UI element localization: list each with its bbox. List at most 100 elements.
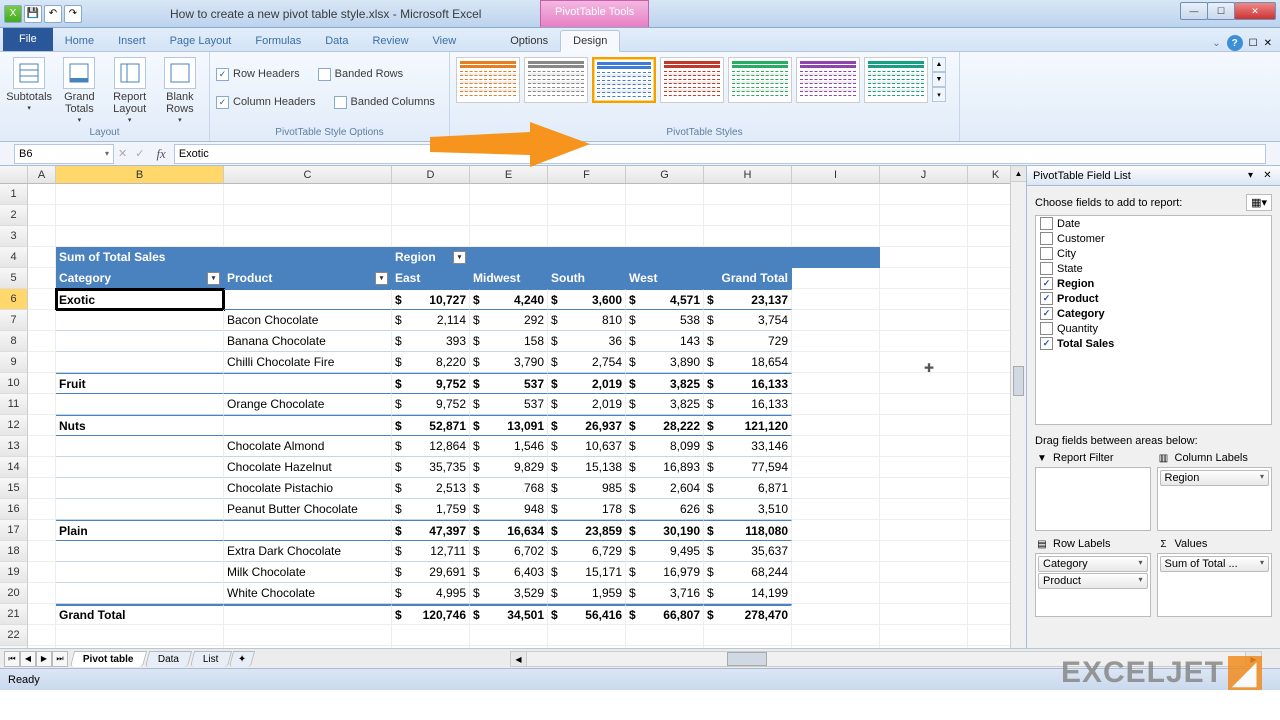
save-icon[interactable]: 💾: [24, 5, 42, 23]
sheet-tab-data[interactable]: Data: [144, 651, 191, 667]
style-thumb-5[interactable]: [796, 57, 860, 103]
formulas-tab[interactable]: Formulas: [243, 31, 313, 51]
field-date[interactable]: Date: [1036, 216, 1271, 231]
field-list-close-icon[interactable]: ✕: [1261, 169, 1274, 182]
row-headers-check[interactable]: ✓Row Headers: [216, 64, 300, 84]
maximize-button[interactable]: ☐: [1207, 2, 1235, 20]
row-header-11[interactable]: 11: [0, 394, 28, 415]
row-header-2[interactable]: 2: [0, 205, 28, 226]
row-header-13[interactable]: 13: [0, 436, 28, 457]
area-item[interactable]: Sum of Total ...▾: [1160, 556, 1270, 572]
minimize-button[interactable]: —: [1180, 2, 1208, 20]
col-header-A[interactable]: A: [28, 166, 56, 183]
subtotals-button[interactable]: Subtotals▾: [6, 57, 52, 113]
area-item[interactable]: Category▾: [1038, 556, 1148, 572]
field-total-sales[interactable]: ✓Total Sales: [1036, 336, 1271, 351]
report-filter-area[interactable]: [1035, 467, 1151, 531]
column-headers-check[interactable]: ✓Column Headers: [216, 92, 316, 112]
help-icon[interactable]: ?: [1227, 35, 1243, 51]
pagelayout-tab[interactable]: Page Layout: [158, 31, 244, 51]
cancel-icon[interactable]: ✕: [118, 147, 127, 160]
row-header-7[interactable]: 7: [0, 310, 28, 331]
field-list-layout-button[interactable]: ▦▾: [1246, 194, 1272, 211]
workbook-close-icon[interactable]: ✕: [1264, 38, 1272, 49]
col-header-I[interactable]: I: [792, 166, 880, 183]
values-area[interactable]: Sum of Total ...▾: [1157, 553, 1273, 617]
style-thumb-3[interactable]: [660, 57, 724, 103]
field-list-dropdown-icon[interactable]: ▾: [1244, 169, 1257, 182]
column-labels-area[interactable]: Region▾: [1157, 467, 1273, 531]
row-header-5[interactable]: 5: [0, 268, 28, 289]
ribbon-minimize-icon[interactable]: ⌄: [1212, 38, 1220, 49]
sheet-nav-prev[interactable]: ◀: [20, 651, 36, 667]
report-layout-button[interactable]: Report Layout▾: [107, 57, 153, 125]
styles-gallery[interactable]: ▲▼▾: [456, 57, 946, 103]
field-city[interactable]: City: [1036, 246, 1271, 261]
row-header-18[interactable]: 18: [0, 541, 28, 562]
row-header-1[interactable]: 1: [0, 184, 28, 205]
area-item[interactable]: Region▾: [1160, 470, 1270, 486]
options-tab[interactable]: Options: [498, 31, 560, 51]
view-tab[interactable]: View: [421, 31, 469, 51]
banded-rows-check[interactable]: Banded Rows: [318, 64, 404, 84]
row-header-17[interactable]: 17: [0, 520, 28, 541]
file-tab[interactable]: File: [3, 27, 53, 51]
style-thumb-1[interactable]: [524, 57, 588, 103]
field-quantity[interactable]: Quantity: [1036, 321, 1271, 336]
row-header-15[interactable]: 15: [0, 478, 28, 499]
row-header-10[interactable]: 10: [0, 373, 28, 394]
col-header-C[interactable]: C: [224, 166, 392, 183]
sheet-nav-first[interactable]: ⏮: [4, 651, 20, 667]
field-product[interactable]: ✓Product: [1036, 291, 1271, 306]
field-state[interactable]: State: [1036, 261, 1271, 276]
row-header-22[interactable]: 22: [0, 625, 28, 646]
col-header-J[interactable]: J: [880, 166, 968, 183]
row-header-9[interactable]: 9: [0, 352, 28, 373]
style-thumb-2[interactable]: [592, 57, 656, 103]
row-header-4[interactable]: 4: [0, 247, 28, 268]
style-thumb-0[interactable]: [456, 57, 520, 103]
field-category[interactable]: ✓Category: [1036, 306, 1271, 321]
row-header-3[interactable]: 3: [0, 226, 28, 247]
worksheet-grid[interactable]: ABCDEFGHIJK 1234Sum of Total SalesRegion…: [0, 166, 1026, 648]
style-thumb-4[interactable]: [728, 57, 792, 103]
banded-columns-check[interactable]: Banded Columns: [334, 92, 435, 112]
row-header-20[interactable]: 20: [0, 583, 28, 604]
new-sheet-button[interactable]: ✦: [229, 651, 256, 667]
redo-icon[interactable]: ↷: [64, 5, 82, 23]
col-header-H[interactable]: H: [704, 166, 792, 183]
field-customer[interactable]: Customer: [1036, 231, 1271, 246]
col-header-B[interactable]: B: [56, 166, 224, 183]
row-header-6[interactable]: 6: [0, 289, 28, 310]
row-header-8[interactable]: 8: [0, 331, 28, 352]
area-item[interactable]: Product▾: [1038, 573, 1148, 589]
name-box[interactable]: B6▾: [14, 144, 114, 164]
field-list-fields[interactable]: DateCustomerCityState✓Region✓Product✓Cat…: [1035, 215, 1272, 425]
col-header-G[interactable]: G: [626, 166, 704, 183]
sheet-nav-next[interactable]: ▶: [36, 651, 52, 667]
row-labels-area[interactable]: Category▾Product▾: [1035, 553, 1151, 617]
field-region[interactable]: ✓Region: [1036, 276, 1271, 291]
grand-totals-button[interactable]: Grand Totals▾: [56, 57, 102, 125]
data-tab[interactable]: Data: [313, 31, 360, 51]
enter-icon[interactable]: ✓: [135, 147, 144, 160]
home-tab[interactable]: Home: [53, 31, 106, 51]
vertical-scrollbar[interactable]: ▲: [1010, 166, 1026, 648]
gallery-scroll-btn[interactable]: ▼: [932, 72, 946, 87]
gallery-scroll-btn[interactable]: ▾: [932, 87, 946, 102]
gallery-scroll-btn[interactable]: ▲: [932, 57, 946, 72]
window-restore-icon[interactable]: ☐: [1249, 38, 1258, 49]
blank-rows-button[interactable]: Blank Rows▾: [157, 57, 203, 125]
row-header-12[interactable]: 12: [0, 415, 28, 436]
excel-icon[interactable]: X: [4, 5, 22, 23]
close-button[interactable]: ✕: [1234, 2, 1276, 20]
row-header-14[interactable]: 14: [0, 457, 28, 478]
design-tab[interactable]: Design: [560, 30, 620, 52]
insert-tab[interactable]: Insert: [106, 31, 158, 51]
row-header-16[interactable]: 16: [0, 499, 28, 520]
row-header-21[interactable]: 21: [0, 604, 28, 625]
fx-icon[interactable]: fx: [156, 146, 165, 162]
sheet-nav-last[interactable]: ⏭: [52, 651, 68, 667]
row-header-19[interactable]: 19: [0, 562, 28, 583]
style-thumb-6[interactable]: [864, 57, 928, 103]
